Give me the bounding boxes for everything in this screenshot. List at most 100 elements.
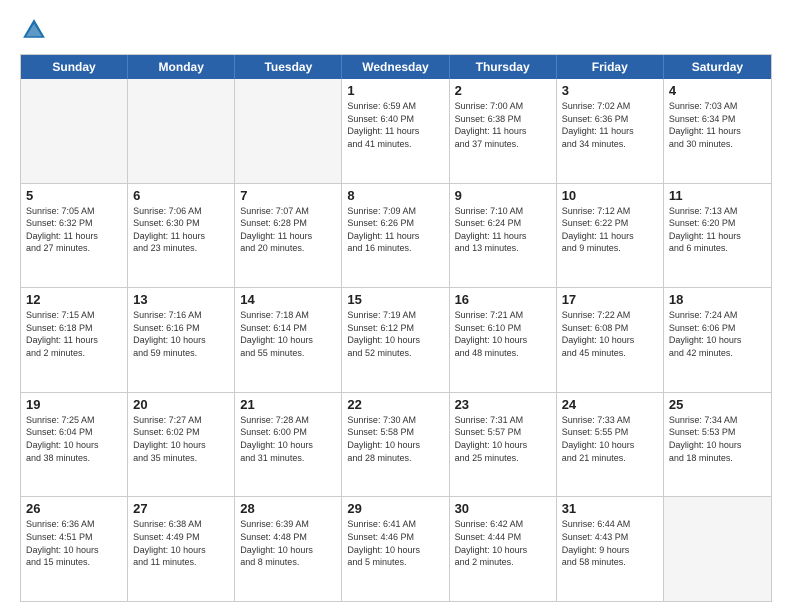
day-cell-9: 9 Sunrise: 7:10 AM Sunset: 6:24 PM Daylig… (450, 184, 557, 288)
day-cell-11: 11Sunrise: 7:13 AM Sunset: 6:20 PM Dayli… (664, 184, 771, 288)
day-number: 31 (562, 501, 658, 516)
day-number: 16 (455, 292, 551, 307)
day-cell-24: 24 Sunrise: 7:33 AM Sunset: 5:55 PM Dayli… (557, 393, 664, 497)
day-number: 14 (240, 292, 336, 307)
day-cell-21: 21 Sunrise: 7:28 AM Sunset: 6:00 PM Dayli… (235, 393, 342, 497)
header (20, 16, 772, 44)
day-cell-16: 16Sunrise: 7:21 AM Sunset: 6:10 PM Dayli… (450, 288, 557, 392)
day-number: 10 (562, 188, 658, 203)
day-info: Sunrise: 7:25 AM Sunset: 6:04 PM Dayligh… (26, 414, 122, 464)
day-info: Sunrise: 7:07 AM Sunset: 6:28 PM Dayligh… (240, 205, 336, 255)
calendar-header: SundayMondayTuesdayWednesdayThursdayFrid… (21, 55, 771, 79)
day-info: Sunrise: 7:06 AM Sunset: 6:30 PM Dayligh… (133, 205, 229, 255)
day-info: Sunrise: 7:22 AM Sunset: 6:08 PM Dayligh… (562, 309, 658, 359)
day-number: 20 (133, 397, 229, 412)
logo (20, 16, 52, 44)
day-cell-22: 22 Sunrise: 7:30 AM Sunset: 5:58 PM Dayli… (342, 393, 449, 497)
weekday-header-tuesday: Tuesday (235, 55, 342, 79)
weekday-header-thursday: Thursday (450, 55, 557, 79)
day-number: 7 (240, 188, 336, 203)
day-cell-20: 20 Sunrise: 7:27 AM Sunset: 6:02 PM Dayli… (128, 393, 235, 497)
day-info: Sunrise: 7:18 AM Sunset: 6:14 PM Dayligh… (240, 309, 336, 359)
day-number: 23 (455, 397, 551, 412)
day-number: 1 (347, 83, 443, 98)
day-info: Sunrise: 7:03 AM Sunset: 6:34 PM Dayligh… (669, 100, 766, 150)
day-info: Sunrise: 6:39 AM Sunset: 4:48 PM Dayligh… (240, 518, 336, 568)
day-info: Sunrise: 7:34 AM Sunset: 5:53 PM Dayligh… (669, 414, 766, 464)
day-number: 25 (669, 397, 766, 412)
day-number: 22 (347, 397, 443, 412)
day-number: 13 (133, 292, 229, 307)
day-cell-empty-0-0 (21, 79, 128, 183)
day-cell-12: 12 Sunrise: 7:15 AM Sunset: 6:18 PM Dayli… (21, 288, 128, 392)
day-cell-28: 28 Sunrise: 6:39 AM Sunset: 4:48 PM Dayli… (235, 497, 342, 601)
day-cell-empty-0-2 (235, 79, 342, 183)
day-info: Sunrise: 7:15 AM Sunset: 6:18 PM Dayligh… (26, 309, 122, 359)
day-cell-4: 4 Sunrise: 7:03 AM Sunset: 6:34 PM Daylig… (664, 79, 771, 183)
day-info: Sunrise: 7:27 AM Sunset: 6:02 PM Dayligh… (133, 414, 229, 464)
day-number: 18 (669, 292, 766, 307)
day-info: Sunrise: 7:05 AM Sunset: 6:32 PM Dayligh… (26, 205, 122, 255)
day-cell-empty-0-1 (128, 79, 235, 183)
day-info: Sunrise: 6:41 AM Sunset: 4:46 PM Dayligh… (347, 518, 443, 568)
calendar: SundayMondayTuesdayWednesdayThursdayFrid… (20, 54, 772, 602)
day-number: 12 (26, 292, 122, 307)
day-number: 21 (240, 397, 336, 412)
day-info: Sunrise: 7:24 AM Sunset: 6:06 PM Dayligh… (669, 309, 766, 359)
day-info: Sunrise: 6:38 AM Sunset: 4:49 PM Dayligh… (133, 518, 229, 568)
day-cell-19: 19 Sunrise: 7:25 AM Sunset: 6:04 PM Dayli… (21, 393, 128, 497)
weekday-header-saturday: Saturday (664, 55, 771, 79)
weekday-header-wednesday: Wednesday (342, 55, 449, 79)
day-number: 30 (455, 501, 551, 516)
day-cell-2: 2 Sunrise: 7:00 AM Sunset: 6:38 PM Daylig… (450, 79, 557, 183)
day-cell-17: 17 Sunrise: 7:22 AM Sunset: 6:08 PM Dayli… (557, 288, 664, 392)
day-cell-27: 27Sunrise: 6:38 AM Sunset: 4:49 PM Dayli… (128, 497, 235, 601)
day-info: Sunrise: 7:31 AM Sunset: 5:57 PM Dayligh… (455, 414, 551, 464)
calendar-row-2: 12 Sunrise: 7:15 AM Sunset: 6:18 PM Dayli… (21, 287, 771, 392)
day-info: Sunrise: 7:09 AM Sunset: 6:26 PM Dayligh… (347, 205, 443, 255)
day-number: 3 (562, 83, 658, 98)
day-number: 24 (562, 397, 658, 412)
calendar-row-3: 19 Sunrise: 7:25 AM Sunset: 6:04 PM Dayli… (21, 392, 771, 497)
day-info: Sunrise: 7:33 AM Sunset: 5:55 PM Dayligh… (562, 414, 658, 464)
day-info: Sunrise: 7:02 AM Sunset: 6:36 PM Dayligh… (562, 100, 658, 150)
day-number: 15 (347, 292, 443, 307)
day-cell-31: 31Sunrise: 6:44 AM Sunset: 4:43 PM Dayli… (557, 497, 664, 601)
day-info: Sunrise: 7:30 AM Sunset: 5:58 PM Dayligh… (347, 414, 443, 464)
day-cell-29: 29 Sunrise: 6:41 AM Sunset: 4:46 PM Dayli… (342, 497, 449, 601)
day-info: Sunrise: 7:12 AM Sunset: 6:22 PM Dayligh… (562, 205, 658, 255)
day-number: 9 (455, 188, 551, 203)
day-number: 19 (26, 397, 122, 412)
day-number: 28 (240, 501, 336, 516)
day-cell-13: 13 Sunrise: 7:16 AM Sunset: 6:16 PM Dayli… (128, 288, 235, 392)
day-cell-7: 7 Sunrise: 7:07 AM Sunset: 6:28 PM Daylig… (235, 184, 342, 288)
calendar-row-4: 26Sunrise: 6:36 AM Sunset: 4:51 PM Dayli… (21, 496, 771, 601)
day-number: 29 (347, 501, 443, 516)
day-info: Sunrise: 7:16 AM Sunset: 6:16 PM Dayligh… (133, 309, 229, 359)
day-cell-25: 25 Sunrise: 7:34 AM Sunset: 5:53 PM Dayli… (664, 393, 771, 497)
day-number: 8 (347, 188, 443, 203)
day-number: 11 (669, 188, 766, 203)
day-number: 4 (669, 83, 766, 98)
day-info: Sunrise: 7:19 AM Sunset: 6:12 PM Dayligh… (347, 309, 443, 359)
day-cell-14: 14 Sunrise: 7:18 AM Sunset: 6:14 PM Dayli… (235, 288, 342, 392)
day-cell-23: 23 Sunrise: 7:31 AM Sunset: 5:57 PM Dayli… (450, 393, 557, 497)
day-info: Sunrise: 7:00 AM Sunset: 6:38 PM Dayligh… (455, 100, 551, 150)
logo-icon (20, 16, 48, 44)
weekday-header-friday: Friday (557, 55, 664, 79)
day-info: Sunrise: 6:42 AM Sunset: 4:44 PM Dayligh… (455, 518, 551, 568)
day-cell-10: 10 Sunrise: 7:12 AM Sunset: 6:22 PM Dayli… (557, 184, 664, 288)
day-number: 17 (562, 292, 658, 307)
calendar-body: 1 Sunrise: 6:59 AM Sunset: 6:40 PM Daylig… (21, 79, 771, 601)
day-cell-6: 6Sunrise: 7:06 AM Sunset: 6:30 PM Daylig… (128, 184, 235, 288)
day-info: Sunrise: 7:10 AM Sunset: 6:24 PM Dayligh… (455, 205, 551, 255)
day-cell-8: 8 Sunrise: 7:09 AM Sunset: 6:26 PM Daylig… (342, 184, 449, 288)
day-cell-15: 15 Sunrise: 7:19 AM Sunset: 6:12 PM Dayli… (342, 288, 449, 392)
day-cell-30: 30 Sunrise: 6:42 AM Sunset: 4:44 PM Dayli… (450, 497, 557, 601)
day-info: Sunrise: 6:59 AM Sunset: 6:40 PM Dayligh… (347, 100, 443, 150)
weekday-header-sunday: Sunday (21, 55, 128, 79)
calendar-row-0: 1 Sunrise: 6:59 AM Sunset: 6:40 PM Daylig… (21, 79, 771, 183)
day-number: 2 (455, 83, 551, 98)
day-info: Sunrise: 7:28 AM Sunset: 6:00 PM Dayligh… (240, 414, 336, 464)
page: SundayMondayTuesdayWednesdayThursdayFrid… (0, 0, 792, 612)
